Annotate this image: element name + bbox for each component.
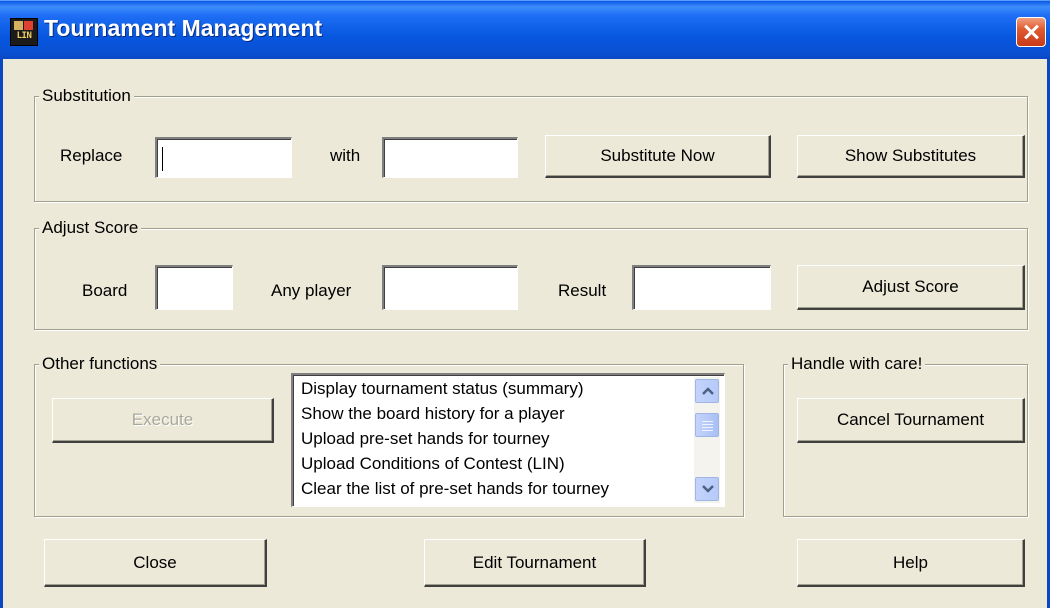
close-button[interactable]: Close [44,539,267,587]
substitute-now-button[interactable]: Substitute Now [545,135,771,178]
adjust-score-button[interactable]: Adjust Score [797,265,1025,310]
with-input[interactable] [382,137,518,178]
replace-label: Replace [60,146,123,165]
tournament-management-dialog: LIN Tournament Management Substitution R… [0,0,1050,608]
replace-input[interactable] [155,137,292,178]
list-item[interactable]: Show the board history for a player [301,404,565,424]
result-input[interactable] [632,265,771,310]
cancel-tournament-button[interactable]: Cancel Tournament [797,398,1025,443]
functions-listbox[interactable]: Display tournament status (summary) Show… [291,373,725,507]
handle-with-care-label: Handle with care! [788,354,926,374]
scroll-up-arrow-icon[interactable] [695,379,719,403]
list-item[interactable]: Upload pre-set hands for tourney [301,429,550,449]
window-title: Tournament Management [44,15,323,41]
execute-button[interactable]: Execute [52,398,274,443]
edit-tournament-button[interactable]: Edit Tournament [424,539,646,587]
window-border-left [0,58,3,608]
any-player-input[interactable] [382,265,518,310]
list-item[interactable]: Clear the list of pre-set hands for tour… [301,479,609,499]
list-item[interactable]: Display tournament status (summary) [301,379,583,399]
help-button[interactable]: Help [797,539,1025,587]
listbox-scrollbar[interactable] [694,377,720,503]
title-bar[interactable]: LIN Tournament Management [0,0,1050,59]
board-input[interactable] [155,265,233,310]
result-label: Result [558,281,607,300]
board-label: Board [82,281,128,300]
show-substitutes-button[interactable]: Show Substitutes [797,135,1025,178]
substitution-group-label: Substitution [39,86,134,106]
with-label: with [330,146,361,165]
scrollbar-thumb[interactable] [695,413,719,437]
text-caret [162,147,163,171]
any-player-label: Any player [271,281,352,300]
other-functions-group-label: Other functions [39,354,161,374]
app-icon: LIN [10,18,38,46]
list-item[interactable]: Upload Conditions of Contest (LIN) [301,454,565,474]
close-icon[interactable] [1016,17,1046,47]
scroll-down-arrow-icon[interactable] [695,477,719,501]
adjust-score-group-label: Adjust Score [39,218,142,238]
